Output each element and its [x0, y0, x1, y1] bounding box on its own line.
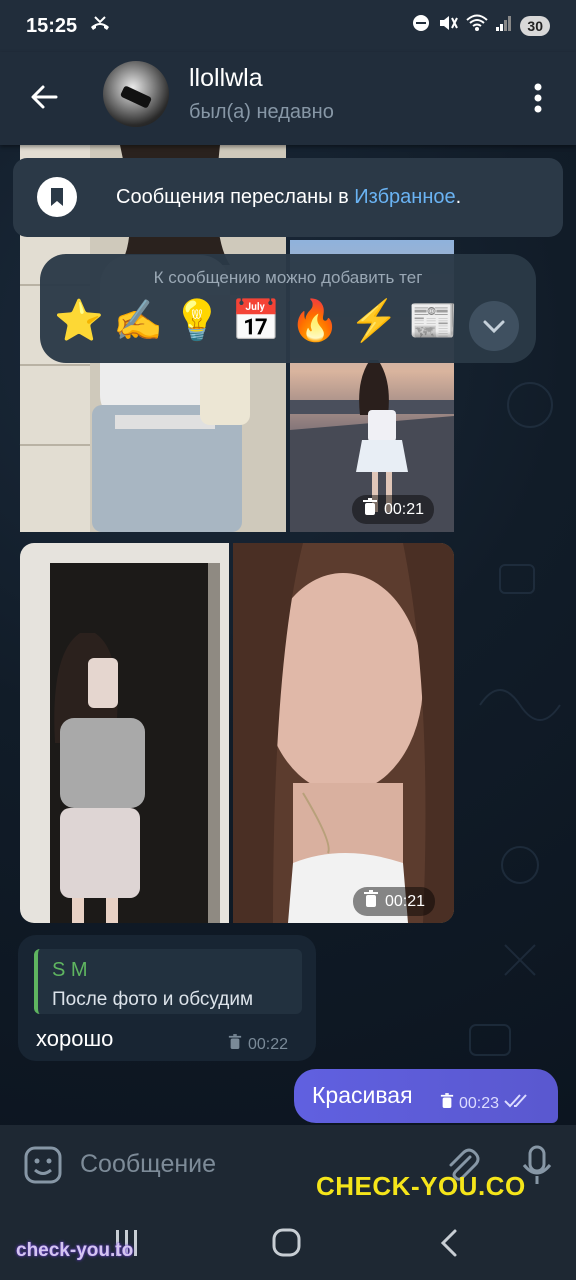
home-icon: [272, 1228, 301, 1257]
chat-title[interactable]: llollwla: [189, 64, 263, 93]
chat-header: llollwla был(а) недавно: [0, 52, 576, 145]
home-button[interactable]: [270, 1226, 304, 1260]
reply-quote[interactable]: S M После фото и обсудим: [34, 949, 302, 1014]
favorites-link[interactable]: Избранное: [354, 186, 455, 208]
reaction-row: ⭐ ✍️ 💡 📅 🔥 ⚡ 📰: [54, 296, 458, 346]
star-icon[interactable]: ⭐: [54, 296, 104, 346]
battery-indicator: 30: [520, 15, 550, 36]
light-bulb-icon[interactable]: 💡: [172, 296, 222, 346]
system-back-button[interactable]: [433, 1226, 467, 1260]
quote-text: После фото и обсудим: [52, 989, 254, 1010]
watermark-corner: check-you.to: [16, 1240, 134, 1261]
trash-icon: [362, 498, 378, 521]
forward-toast: Сообщения пересланы в Избранное.: [13, 158, 563, 237]
newspaper-icon[interactable]: 📰: [408, 296, 458, 346]
status-bar: 15:25 30: [0, 0, 576, 52]
back-arrow-icon: [31, 85, 58, 109]
outgoing-message-bubble[interactable]: Красивая 00:23: [294, 1069, 558, 1123]
avatar[interactable]: [103, 61, 169, 127]
status-icons: 30: [412, 14, 550, 37]
trash-icon: [228, 1034, 242, 1055]
more-options-button[interactable]: [522, 78, 554, 118]
emoji-button[interactable]: [23, 1145, 63, 1185]
tag-hint: К сообщению можно добавить тег: [153, 268, 423, 287]
writing-hand-icon[interactable]: ✍️: [113, 296, 163, 346]
bookmark-icon: [37, 177, 77, 217]
chevron-left-icon: [440, 1229, 457, 1257]
mute-icon: [438, 14, 459, 37]
message-timestamp: 00:22: [228, 1034, 288, 1055]
signal-icon: [496, 15, 512, 36]
more-vertical-icon: [534, 83, 542, 113]
incoming-message-bubble[interactable]: S M После фото и обсудим хорошо 00:22: [18, 935, 316, 1061]
wifi-icon: [466, 14, 489, 37]
calendar-icon[interactable]: 📅: [231, 296, 281, 346]
photo-timestamp: 00:21: [353, 887, 436, 916]
missed-call-icon: [89, 15, 111, 38]
double-check-icon: [504, 1094, 530, 1113]
trash-icon: [363, 890, 379, 913]
photo-closeup-portrait[interactable]: 00:21: [233, 543, 454, 923]
trash-icon: [440, 1093, 454, 1114]
back-button[interactable]: [24, 76, 66, 118]
quote-author: S M: [52, 959, 88, 981]
expand-reactions-button[interactable]: [469, 301, 519, 351]
message-text: Красивая: [312, 1082, 413, 1108]
do-not-disturb-icon: [412, 14, 430, 37]
fire-icon[interactable]: 🔥: [290, 296, 340, 346]
photo-mirror-selfie-2[interactable]: [20, 543, 229, 923]
watermark-main: CHECK-YOU.CO: [316, 1171, 526, 1201]
lightning-icon[interactable]: ⚡: [349, 296, 399, 346]
photo-timestamp: 00:21: [352, 495, 435, 524]
sticker-face-icon: [24, 1146, 62, 1184]
chat-status: был(а) недавно: [189, 101, 334, 123]
message-timestamp: 00:23: [440, 1093, 530, 1114]
toast-text: Сообщения пересланы в Избранное.: [116, 186, 462, 208]
status-time: 15:25: [26, 14, 78, 37]
tag-reaction-panel: К сообщению можно добавить тег ⭐ ✍️ 💡 📅 …: [40, 254, 536, 363]
chevron-down-icon: [483, 320, 505, 334]
message-text: хорошо: [36, 1026, 114, 1051]
